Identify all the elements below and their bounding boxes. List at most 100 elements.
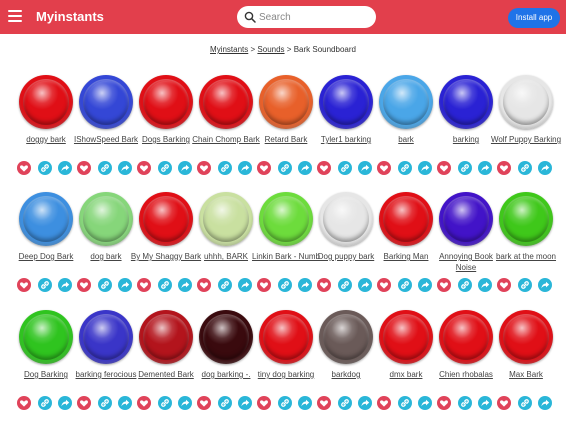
- link-icon[interactable]: [38, 396, 52, 410]
- share-icon[interactable]: [238, 161, 252, 175]
- play-sound-button[interactable]: [439, 192, 493, 246]
- link-icon[interactable]: [38, 161, 52, 175]
- heart-icon[interactable]: [137, 161, 151, 175]
- share-icon[interactable]: [478, 161, 492, 175]
- link-icon[interactable]: [278, 278, 292, 292]
- breadcrumb-home-link[interactable]: Myinstants: [210, 45, 248, 54]
- share-icon[interactable]: [58, 161, 72, 175]
- sound-title-link[interactable]: Wolf Puppy Barking: [490, 134, 562, 145]
- heart-icon[interactable]: [137, 396, 151, 410]
- link-icon[interactable]: [338, 161, 352, 175]
- heart-icon[interactable]: [197, 396, 211, 410]
- link-icon[interactable]: [98, 278, 112, 292]
- play-sound-button[interactable]: [139, 310, 193, 364]
- install-app-button[interactable]: Install app: [508, 8, 560, 28]
- share-icon[interactable]: [358, 278, 372, 292]
- link-icon[interactable]: [398, 278, 412, 292]
- share-icon[interactable]: [178, 278, 192, 292]
- share-icon[interactable]: [238, 278, 252, 292]
- share-icon[interactable]: [538, 278, 552, 292]
- link-icon[interactable]: [458, 396, 472, 410]
- heart-icon[interactable]: [317, 161, 331, 175]
- play-sound-button[interactable]: [379, 192, 433, 246]
- link-icon[interactable]: [38, 278, 52, 292]
- play-sound-button[interactable]: [19, 192, 73, 246]
- link-icon[interactable]: [518, 161, 532, 175]
- play-sound-button[interactable]: [499, 192, 553, 246]
- search-input[interactable]: [259, 9, 369, 25]
- heart-icon[interactable]: [317, 278, 331, 292]
- share-icon[interactable]: [358, 396, 372, 410]
- heart-icon[interactable]: [137, 278, 151, 292]
- link-icon[interactable]: [458, 161, 472, 175]
- share-icon[interactable]: [478, 396, 492, 410]
- link-icon[interactable]: [98, 161, 112, 175]
- share-icon[interactable]: [538, 396, 552, 410]
- play-sound-button[interactable]: [259, 310, 313, 364]
- link-icon[interactable]: [398, 396, 412, 410]
- play-sound-button[interactable]: [259, 192, 313, 246]
- share-icon[interactable]: [298, 396, 312, 410]
- play-sound-button[interactable]: [319, 75, 373, 129]
- heart-icon[interactable]: [257, 278, 271, 292]
- share-icon[interactable]: [298, 278, 312, 292]
- heart-icon[interactable]: [317, 396, 331, 410]
- link-icon[interactable]: [398, 161, 412, 175]
- heart-icon[interactable]: [77, 278, 91, 292]
- play-sound-button[interactable]: [319, 192, 373, 246]
- play-sound-button[interactable]: [19, 75, 73, 129]
- play-sound-button[interactable]: [199, 192, 253, 246]
- play-sound-button[interactable]: [439, 310, 493, 364]
- heart-icon[interactable]: [377, 396, 391, 410]
- link-icon[interactable]: [278, 161, 292, 175]
- sound-title-link[interactable]: Max Bark: [490, 369, 562, 380]
- share-icon[interactable]: [178, 396, 192, 410]
- play-sound-button[interactable]: [139, 75, 193, 129]
- link-icon[interactable]: [158, 396, 172, 410]
- play-sound-button[interactable]: [79, 75, 133, 129]
- heart-icon[interactable]: [437, 161, 451, 175]
- link-icon[interactable]: [458, 278, 472, 292]
- heart-icon[interactable]: [77, 396, 91, 410]
- heart-icon[interactable]: [17, 161, 31, 175]
- heart-icon[interactable]: [257, 161, 271, 175]
- link-icon[interactable]: [98, 396, 112, 410]
- play-sound-button[interactable]: [319, 310, 373, 364]
- share-icon[interactable]: [118, 396, 132, 410]
- play-sound-button[interactable]: [379, 75, 433, 129]
- sound-title-link[interactable]: bark at the moon: [490, 251, 562, 262]
- link-icon[interactable]: [218, 161, 232, 175]
- share-icon[interactable]: [538, 161, 552, 175]
- share-icon[interactable]: [418, 278, 432, 292]
- link-icon[interactable]: [338, 278, 352, 292]
- hamburger-menu-icon[interactable]: [8, 10, 22, 22]
- heart-icon[interactable]: [197, 161, 211, 175]
- play-sound-button[interactable]: [19, 310, 73, 364]
- share-icon[interactable]: [118, 161, 132, 175]
- play-sound-button[interactable]: [79, 310, 133, 364]
- link-icon[interactable]: [338, 396, 352, 410]
- link-icon[interactable]: [518, 396, 532, 410]
- heart-icon[interactable]: [437, 278, 451, 292]
- link-icon[interactable]: [518, 278, 532, 292]
- heart-icon[interactable]: [497, 161, 511, 175]
- share-icon[interactable]: [418, 396, 432, 410]
- heart-icon[interactable]: [497, 278, 511, 292]
- search-bar[interactable]: [237, 6, 376, 28]
- site-logo[interactable]: Myinstants: [36, 9, 104, 24]
- heart-icon[interactable]: [77, 161, 91, 175]
- link-icon[interactable]: [278, 396, 292, 410]
- play-sound-button[interactable]: [199, 310, 253, 364]
- play-sound-button[interactable]: [499, 310, 553, 364]
- play-sound-button[interactable]: [379, 310, 433, 364]
- heart-icon[interactable]: [17, 278, 31, 292]
- link-icon[interactable]: [218, 396, 232, 410]
- share-icon[interactable]: [298, 161, 312, 175]
- heart-icon[interactable]: [377, 161, 391, 175]
- heart-icon[interactable]: [497, 396, 511, 410]
- play-sound-button[interactable]: [439, 75, 493, 129]
- share-icon[interactable]: [178, 161, 192, 175]
- share-icon[interactable]: [118, 278, 132, 292]
- breadcrumb-sounds-link[interactable]: Sounds: [257, 45, 284, 54]
- play-sound-button[interactable]: [499, 75, 553, 129]
